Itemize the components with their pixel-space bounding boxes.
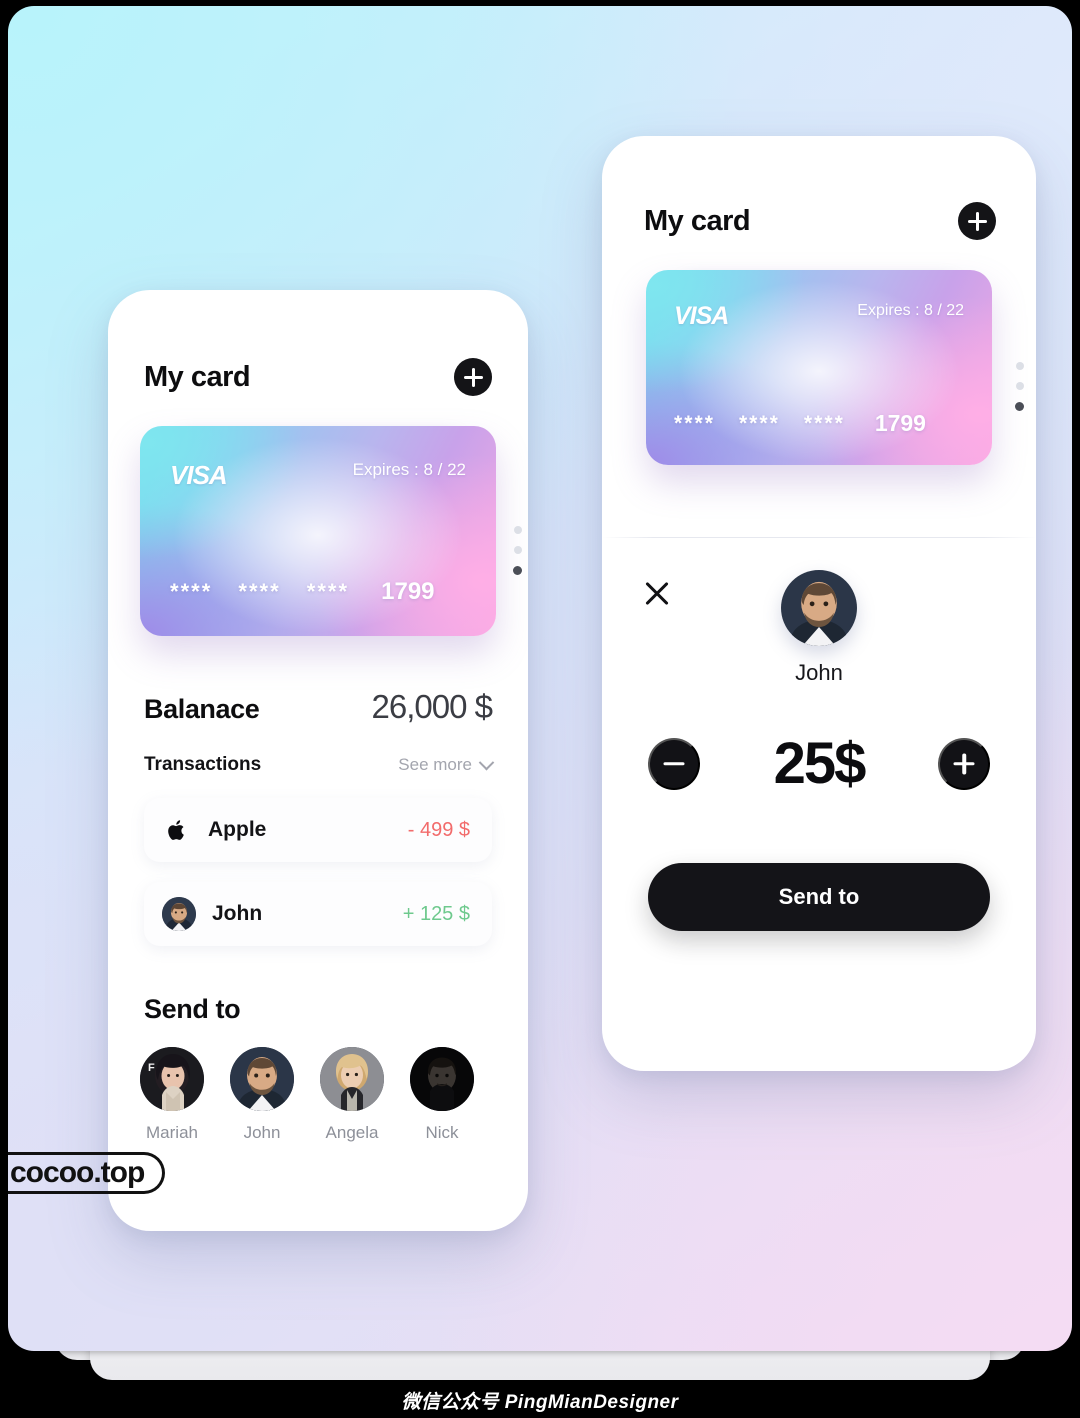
see-more-label: See more xyxy=(398,755,472,774)
recipient-block: John xyxy=(648,570,990,686)
cocoo-logo-watermark: cocoo.top xyxy=(8,1152,166,1194)
page-title: My card xyxy=(144,360,251,393)
transactions-header: Transactions See more xyxy=(144,754,495,776)
card-pager-dots[interactable] xyxy=(513,526,522,575)
credit-card[interactable]: VISA Expires : 8 / 22 **** **** **** 179… xyxy=(646,270,992,465)
card-expiry: Expires : 8 / 22 xyxy=(352,460,466,479)
recipient-name: John xyxy=(795,660,843,685)
plus-icon-v xyxy=(962,753,966,774)
amount-value: 25$ xyxy=(773,731,867,796)
send-to-button-label: Send to xyxy=(778,884,860,909)
card-number-group-1: **** xyxy=(674,411,715,435)
avatar-john[interactable] xyxy=(230,1047,294,1111)
pager-dot-2[interactable] xyxy=(1015,382,1024,390)
footer-watermark: 微信公众号 PingMianDesigner xyxy=(401,1392,679,1413)
transaction-amount: + 125 $ xyxy=(402,902,470,925)
avatar-mariah[interactable]: F xyxy=(140,1047,204,1111)
card-number: **** **** **** 1799 xyxy=(170,578,466,606)
avatar-angela[interactable] xyxy=(320,1047,384,1111)
card-number-group-3: **** xyxy=(306,579,350,604)
close-icon[interactable] xyxy=(642,578,672,608)
apple-logo-icon xyxy=(162,815,192,845)
phone-screen-home: My card VISA Expires : 8 / 22 **** **** … xyxy=(108,290,528,1231)
card-number-group-3: **** xyxy=(803,411,845,435)
transfer-header: My card xyxy=(644,202,996,240)
list-item[interactable]: Nick xyxy=(410,1047,474,1143)
contact-name: John xyxy=(243,1123,281,1142)
section-divider xyxy=(602,537,1036,538)
cocoo-logo-text: cocoo.top xyxy=(10,1156,145,1189)
home-header: My card xyxy=(144,358,492,396)
table-row[interactable]: Apple - 499 $ xyxy=(144,798,492,862)
card-number-group-2: **** xyxy=(738,411,780,435)
recipient-avatar xyxy=(781,570,857,646)
presentation-canvas: My card VISA Expires : 8 / 22 **** **** … xyxy=(8,6,1072,1351)
transaction-name: Apple xyxy=(208,818,267,841)
minus-icon xyxy=(663,761,685,766)
list-item[interactable]: F Mariah xyxy=(140,1047,204,1143)
pager-dot-3[interactable] xyxy=(513,566,522,575)
card-pager-dots[interactable] xyxy=(1015,362,1024,411)
pager-dot-1[interactable] xyxy=(513,526,522,534)
see-more-button[interactable]: See more xyxy=(398,754,495,775)
card-carousel[interactable]: VISA Expires : 8 / 22 **** **** **** 179… xyxy=(140,426,522,636)
balance-value: 26,000 $ xyxy=(371,688,493,725)
pager-dot-2[interactable] xyxy=(513,546,522,554)
list-item[interactable]: John xyxy=(230,1047,294,1143)
pager-dot-1[interactable] xyxy=(1015,362,1024,370)
visa-logo: VISA xyxy=(170,460,228,490)
contacts-list: F Mariah John Angela Nick xyxy=(140,1047,498,1143)
list-item[interactable]: Angela xyxy=(320,1047,384,1143)
transaction-name: John xyxy=(212,902,263,925)
card-carousel[interactable]: VISA Expires : 8 / 22 **** **** **** 179… xyxy=(646,270,1024,465)
card-number-group-2: **** xyxy=(238,579,281,604)
transfer-sheet: John 25$ Send to xyxy=(602,570,1036,931)
add-card-button[interactable] xyxy=(958,202,996,240)
svg-text:F: F xyxy=(148,1062,155,1074)
decrement-button[interactable] xyxy=(648,737,700,790)
increment-button[interactable] xyxy=(938,737,990,790)
balance-row: Balanace 26,000 $ xyxy=(144,688,493,726)
transaction-amount: - 499 $ xyxy=(407,818,470,841)
add-card-button[interactable] xyxy=(454,358,492,396)
phone-screen-transfer: My card VISA Expires : 8 / 22 **** **** … xyxy=(602,136,1036,1071)
card-number-last-four: 1799 xyxy=(381,578,435,605)
card-top-row: VISA Expires : 8 / 22 xyxy=(170,460,466,491)
transactions-title: Transactions xyxy=(144,754,262,775)
avatar-nick[interactable] xyxy=(410,1047,474,1111)
avatar xyxy=(162,897,196,931)
balance-label: Balanace xyxy=(144,694,260,724)
screenshot-root: My card VISA Expires : 8 / 22 **** **** … xyxy=(0,0,1080,1418)
contact-name: Nick xyxy=(425,1123,459,1142)
visa-logo: VISA xyxy=(674,302,729,330)
page-title: My card xyxy=(644,204,751,237)
card-number-last-four: 1799 xyxy=(874,410,926,436)
card-number-group-1: **** xyxy=(170,579,213,604)
credit-card[interactable]: VISA Expires : 8 / 22 **** **** **** 179… xyxy=(140,426,496,636)
send-to-button[interactable]: Send to xyxy=(648,863,990,931)
card-top-row: VISA Expires : 8 / 22 xyxy=(674,302,964,331)
card-expiry: Expires : 8 / 22 xyxy=(857,302,964,319)
send-to-title: Send to xyxy=(144,994,241,1024)
card-number: **** **** **** 1799 xyxy=(674,410,964,437)
pager-dot-3[interactable] xyxy=(1015,402,1024,411)
chevron-down-icon xyxy=(478,754,495,770)
contact-name: Mariah xyxy=(146,1123,198,1142)
table-row[interactable]: John + 125 $ xyxy=(144,882,492,946)
contact-name: Angela xyxy=(325,1123,379,1142)
quantity-stepper: 25$ xyxy=(648,730,990,797)
